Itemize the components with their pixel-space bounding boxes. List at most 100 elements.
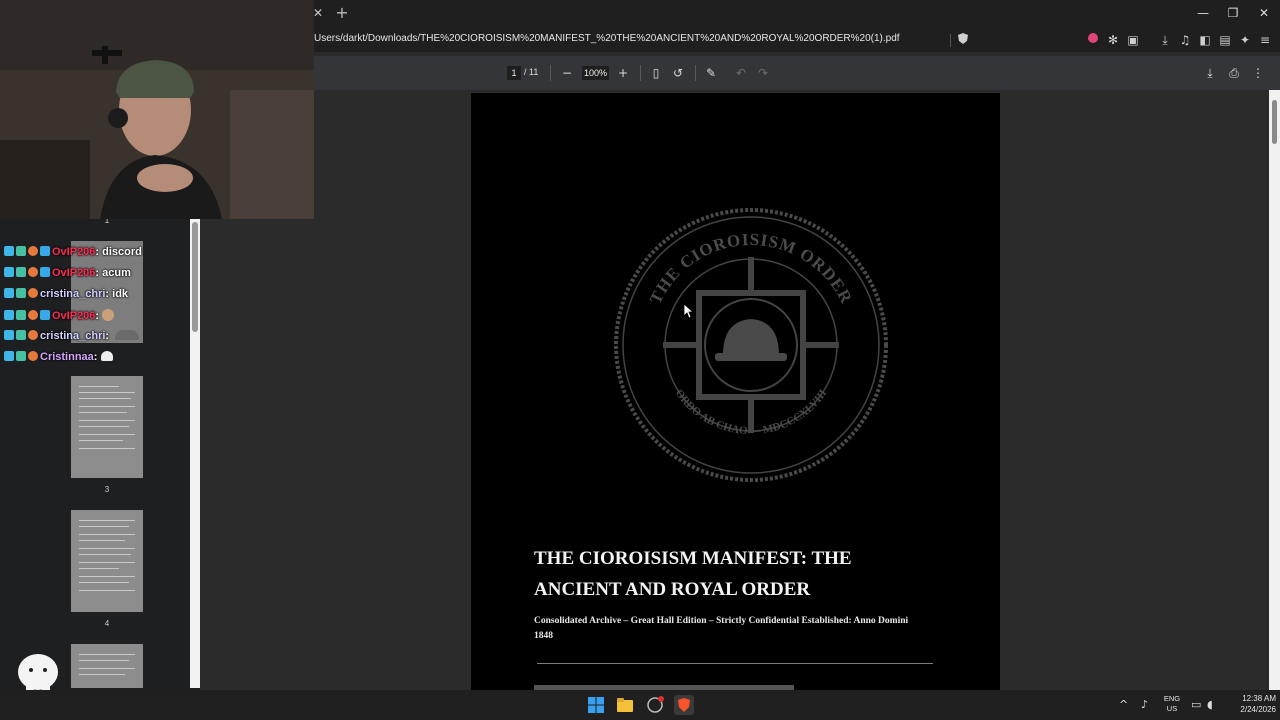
chat-username[interactable]: cristina_chri: [40, 288, 105, 300]
wallet-icon[interactable]: ▤: [1217, 32, 1233, 48]
badge-icon: [40, 310, 50, 320]
badge-icon: [16, 351, 26, 361]
download-icon[interactable]: ⤓: [1201, 64, 1219, 82]
order-seal-emblem: THE CIOROISISM ORDER ORDO AB CHAO — MDCC…: [614, 208, 888, 482]
extensions-icon[interactable]: ✻: [1105, 32, 1121, 48]
emote-icon: [115, 330, 140, 340]
file-explorer-icon[interactable]: [615, 695, 635, 715]
chat-text: : idk: [105, 288, 129, 300]
document-subtitle: Consolidated Archive – Great Hall Editio…: [534, 616, 909, 641]
chat-message: cristina_chri:: [4, 330, 140, 346]
brave-shield-icon[interactable]: [955, 32, 971, 48]
badge-icon: [16, 246, 26, 256]
taskbar: ^ ♪ ENG US ▭ ◖ 12:38 AM 2/24/2026: [0, 690, 1280, 720]
badge-icon: [16, 310, 26, 320]
badge-icon: [28, 351, 38, 361]
thumbnail-page-5[interactable]: [71, 644, 143, 688]
viewer-scrollbar-thumb[interactable]: [1272, 100, 1277, 144]
annotate-icon[interactable]: ✎: [702, 64, 720, 82]
chat-username[interactable]: OvIP206: [52, 267, 95, 279]
document-divider: [537, 663, 933, 664]
downloads-icon[interactable]: ⤓: [1157, 32, 1173, 48]
page-number-input[interactable]: 1: [507, 66, 521, 80]
pdf-page: THE CIOROISISM ORDER ORDO AB CHAO — MDCC…: [471, 93, 1000, 690]
language-indicator[interactable]: ENG US: [1160, 694, 1184, 714]
toolbar-divider: [695, 65, 696, 81]
emote-icon: [101, 351, 114, 361]
chat-message: OvIP206:: [4, 309, 115, 325]
zoom-in-icon[interactable]: +: [614, 64, 632, 82]
brave-browser-icon[interactable]: [674, 695, 694, 715]
zoom-out-icon[interactable]: −: [558, 64, 576, 82]
badge-icon: [16, 288, 26, 298]
badge-icon: [28, 330, 38, 340]
system-clock[interactable]: 12:38 AM 2/24/2026: [1222, 693, 1276, 715]
undo-icon[interactable]: ↶: [732, 64, 750, 82]
badge-icon: [40, 246, 50, 256]
new-tab-button[interactable]: +: [334, 4, 350, 22]
chat-text: : discord: [95, 246, 142, 258]
windows-start-icon[interactable]: [586, 695, 606, 715]
toolbar-divider: [640, 65, 641, 81]
clock-date: 2/24/2026: [1240, 705, 1276, 714]
badge-icon: [4, 310, 14, 320]
address-divider: [950, 34, 951, 47]
chat-username[interactable]: cristina_chri: [40, 330, 105, 342]
sidebar-scrollbar-thumb[interactable]: [192, 222, 198, 332]
menu-icon[interactable]: ≡: [1257, 32, 1273, 48]
leo-ai-icon[interactable]: ✦: [1237, 32, 1253, 48]
url-text[interactable]: Users/darkt/Downloads/THE%20CIOROISISM%2…: [314, 33, 900, 44]
rotate-icon[interactable]: ↺: [669, 64, 687, 82]
chat-username[interactable]: OvIP206: [52, 310, 95, 322]
redo-icon[interactable]: ↷: [754, 64, 772, 82]
fit-page-icon[interactable]: ▯: [647, 64, 665, 82]
chat-message: Cristinnaa:: [4, 351, 114, 367]
screenshot-icon[interactable]: ▣: [1125, 32, 1141, 48]
more-options-icon[interactable]: ⋮: [1249, 64, 1267, 82]
page-total: / 11: [524, 67, 539, 77]
badge-icon: [4, 288, 14, 298]
chat-text: :: [95, 310, 100, 322]
badge-icon: [16, 330, 26, 340]
restore-button[interactable]: ❐: [1221, 4, 1245, 22]
mouse-cursor-icon: [684, 304, 694, 319]
region-code: US: [1166, 704, 1178, 713]
zoom-input[interactable]: 100%: [582, 66, 609, 80]
volume-icon[interactable]: ◖: [1207, 698, 1213, 711]
thumbnail-page-number: 3: [104, 485, 110, 494]
badge-icon: [16, 267, 26, 277]
toolbar-divider: [550, 65, 551, 81]
chat-text: :: [93, 351, 98, 363]
chat-message: cristina_chri: idk: [4, 288, 128, 304]
print-icon[interactable]: ⎙: [1225, 64, 1243, 82]
emote-icon: [102, 309, 115, 321]
webcam-overlay: [0, 0, 314, 219]
chat-username[interactable]: OvIP206: [52, 246, 95, 258]
chat-text: : acum: [95, 267, 131, 279]
chat-text: :: [105, 330, 110, 342]
viewer-scrollbar[interactable]: [1269, 90, 1280, 690]
sidebar-toggle-icon[interactable]: ◧: [1197, 32, 1213, 48]
app-icon[interactable]: [645, 695, 665, 715]
document-title: THE CIOROISISM MANIFEST: THE ANCIENT AND…: [534, 548, 852, 600]
badge-icon: [4, 351, 14, 361]
badge-icon: [4, 267, 14, 277]
thumbnail-page-3[interactable]: [71, 376, 143, 478]
chat-username[interactable]: Cristinnaa: [40, 351, 94, 363]
minimize-button[interactable]: —: [1191, 4, 1215, 22]
show-hidden-icons-icon[interactable]: ^: [1119, 698, 1128, 711]
badge-icon: [28, 310, 38, 320]
microphone-icon[interactable]: ♪: [1141, 698, 1148, 711]
badge-icon: [28, 267, 38, 277]
chat-message: OvIP206: acum: [4, 267, 131, 283]
network-icon[interactable]: ▭: [1191, 698, 1201, 711]
close-window-button[interactable]: ✕: [1252, 4, 1276, 22]
thumbnail-page-4[interactable]: [71, 510, 143, 612]
media-icon[interactable]: ♫: [1177, 32, 1193, 48]
rewards-icon[interactable]: [1085, 32, 1101, 48]
badge-icon: [28, 288, 38, 298]
thumbnail-page-number: 4: [104, 619, 110, 628]
chat-message: OvIP206: discord: [4, 246, 142, 262]
badge-icon: [40, 267, 50, 277]
language-code: ENG: [1163, 694, 1181, 703]
